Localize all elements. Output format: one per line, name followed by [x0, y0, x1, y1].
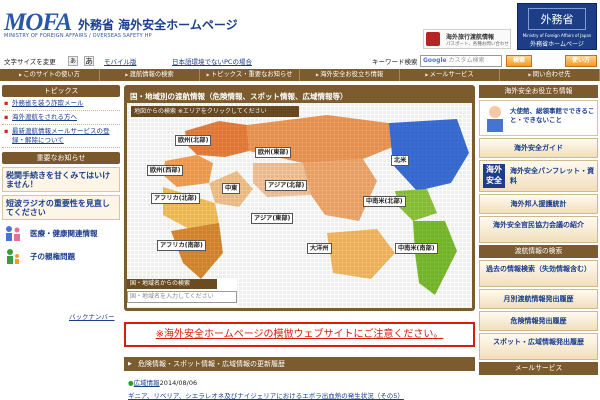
- region-asia-east[interactable]: アジア(東部): [251, 213, 294, 224]
- google-brand: Google: [423, 57, 447, 64]
- history-date-text: 2014/08/06: [159, 379, 198, 387]
- danger-history-button[interactable]: 危険情報発出履歴: [479, 311, 598, 331]
- medical-info-link[interactable]: 医療・健康関連情報: [2, 223, 120, 243]
- notice-heading: 重要なお知らせ: [2, 152, 120, 164]
- custody-label: 子の親権問題: [30, 252, 75, 261]
- history-date: ●広域情報2014/08/06: [128, 377, 197, 387]
- pamphlet-label: 海外安全パンフレット・資料: [510, 167, 595, 185]
- embassy-ad-text: 大使館、総領事館でできること・できないこと: [510, 107, 595, 124]
- mofa-en-title: Ministry of Foreign Affairs of Japan: [522, 33, 592, 38]
- nav-travel-search[interactable]: 渡航情報の検索: [100, 69, 200, 81]
- region-central-south-america-north[interactable]: 中南米(北部): [363, 196, 406, 207]
- history-category[interactable]: 広域情報: [134, 379, 160, 387]
- nav-mail-service[interactable]: メールサービス: [400, 69, 500, 81]
- phishing-warning-banner[interactable]: ※海外安全ホームページの模倣ウェブサイトにご注意ください。: [124, 322, 475, 347]
- topics-heading: トピックス: [2, 85, 120, 97]
- notice-customs[interactable]: 税関手続きを甘くみてはいけません！: [2, 167, 120, 192]
- topic-item[interactable]: 海外渡航をされる方へ: [2, 111, 120, 125]
- country-search-input[interactable]: 国・地域名を入力してください: [127, 291, 237, 303]
- region-asia-north[interactable]: アジア(北部): [265, 180, 308, 191]
- custody-link[interactable]: 子の親権問題: [2, 246, 120, 266]
- howto-button[interactable]: 使い方: [565, 55, 597, 67]
- search-placeholder: カスタム検索: [448, 57, 485, 64]
- past-info-button[interactable]: 過去の情報検索（失効情報含む）: [479, 260, 598, 287]
- nav-howto[interactable]: このサイトの使い方: [0, 69, 100, 81]
- left-column: トピックス 外務省を装う詐欺メール 海外渡航をされる方へ 最新渡航情報メールサー…: [2, 85, 120, 266]
- region-oceania[interactable]: 大洋州: [307, 243, 332, 254]
- nav-useful-info[interactable]: 海外安全お役立ち情報: [300, 69, 400, 81]
- history-item-link[interactable]: ギニア、リベリア、シエラレオネ及びナイジェリアにおけるエボラ出血熱の発生状況（そ…: [128, 390, 404, 400]
- parent-child-icon: [7, 249, 19, 264]
- country-search-heading: 国・地域名からの検索: [127, 279, 217, 289]
- travel-search-heading: 渡航情報の検索: [479, 245, 598, 258]
- mofa-homepage-link[interactable]: 外務省 Ministry of Foreign Affairs of Japan…: [517, 3, 597, 50]
- nav-topics[interactable]: トピックス・重要なお知らせ: [200, 69, 300, 81]
- family-icon: [6, 226, 20, 241]
- font-small-button[interactable]: あ: [68, 56, 78, 66]
- topic-item[interactable]: 最新渡航情報メールサービスの登録・解除について: [2, 125, 120, 148]
- logo-subtitle: MINISTRY OF FOREIGN AFFAIRS / OVERSEAS S…: [4, 33, 152, 39]
- back-number-link[interactable]: バックナンバー: [69, 311, 115, 321]
- keyword-label: キーワード検索: [372, 58, 418, 66]
- country-search: 国・地域名からの検索 国・地域名を入力してください: [127, 279, 237, 307]
- search-input[interactable]: Google カスタム検索: [420, 55, 502, 67]
- main-nav: このサイトの使い方 渡航情報の検索 トピックス・重要なお知らせ 海外安全お役立ち…: [0, 69, 600, 81]
- region-europe-north[interactable]: 欧州(北部): [175, 135, 212, 146]
- region-europe-west[interactable]: 欧州(西部): [147, 165, 184, 176]
- non-japanese-pc-link[interactable]: 日本語環境でないPCの場合: [172, 56, 252, 66]
- site-title[interactable]: 外務省 海外安全ホームページ: [78, 16, 238, 33]
- world-map-graphic[interactable]: [127, 103, 472, 308]
- nav-contact[interactable]: 問い合わせ先: [500, 69, 600, 81]
- embassy-ad[interactable]: 大使館、総領事館でできること・できないこと: [479, 100, 598, 136]
- banner-title: 海外旅行渡航情報: [446, 34, 495, 41]
- right-column: 海外安全お役立ち情報 大使館、総領事館でできること・できないこと 海外安全ガイド…: [479, 85, 598, 375]
- safety-guide-button[interactable]: 海外安全ガイド: [479, 138, 598, 158]
- header: MOFA MINISTRY OF FOREIGN AFFAIRS / OVERS…: [0, 0, 600, 53]
- utility-bar: 文字サイズを変更 あ あ モバイル版 日本語環境でないPCの場合 キーワード検索…: [0, 54, 600, 68]
- mofa-jp-title: 外務省: [528, 8, 586, 30]
- pamphlet-icon: 海外安全: [483, 164, 505, 188]
- banner-subtitle: パスポート、各種お問い合わせ: [446, 42, 509, 47]
- region-europe-east[interactable]: 欧州(東部): [255, 147, 292, 158]
- monthly-history-button[interactable]: 月別渡航情報発出履歴: [479, 289, 598, 309]
- mobile-link[interactable]: モバイル版: [104, 56, 137, 66]
- mail-service-heading: メールサービス: [479, 362, 598, 375]
- history-heading: 危険情報・スポット情報・広域情報の更新履歴: [124, 357, 475, 371]
- notice-radio[interactable]: 短波ラジオの重要性を見直してください: [2, 195, 120, 220]
- passport-icon: [426, 32, 440, 46]
- topic-item[interactable]: 外務省を装う詐欺メール: [2, 97, 120, 111]
- medical-info-label: 医療・健康関連情報: [30, 229, 98, 238]
- mofa-sub-title: 外務省ホームページ: [530, 41, 584, 48]
- useful-info-heading: 海外安全お役立ち情報: [479, 85, 598, 98]
- region-middle-east[interactable]: 中東: [222, 183, 241, 194]
- person-icon: [487, 106, 503, 132]
- search-button[interactable]: 検索: [506, 55, 532, 67]
- region-africa-north[interactable]: アフリカ(北部): [151, 193, 200, 204]
- world-map: 地図からの検索 ※エリアをクリックしてください 欧州(北部) 欧州(東部) 欧州…: [127, 103, 472, 308]
- phishing-warning-text: ※海外安全ホームページの模倣ウェブサイトにご注意ください。: [155, 329, 444, 340]
- spot-history-button[interactable]: スポット・広域情報発出履歴: [479, 333, 598, 360]
- council-button[interactable]: 海外安全官民協力会議の紹介: [479, 216, 598, 243]
- font-large-button[interactable]: あ: [84, 56, 94, 66]
- statistics-button[interactable]: 海外邦人援護統計: [479, 194, 598, 214]
- travel-info-banner[interactable]: 海外旅行渡航情報 パスポート、各種お問い合わせ: [423, 29, 511, 49]
- pamphlet-button[interactable]: 海外安全 海外安全パンフレット・資料: [479, 160, 598, 192]
- region-africa-south[interactable]: アフリカ(南部): [157, 240, 206, 251]
- region-north-america[interactable]: 北米: [391, 155, 410, 166]
- font-size-label: 文字サイズを変更: [4, 58, 56, 66]
- region-central-south-america-south[interactable]: 中南米(南部): [395, 243, 438, 254]
- map-title: 国・地域別の渡航情報（危険情報、スポット情報、広域情報等）: [130, 92, 348, 101]
- map-panel: 国・地域別の渡航情報（危険情報、スポット情報、広域情報等） 地図からの検索 ※エ…: [124, 85, 475, 311]
